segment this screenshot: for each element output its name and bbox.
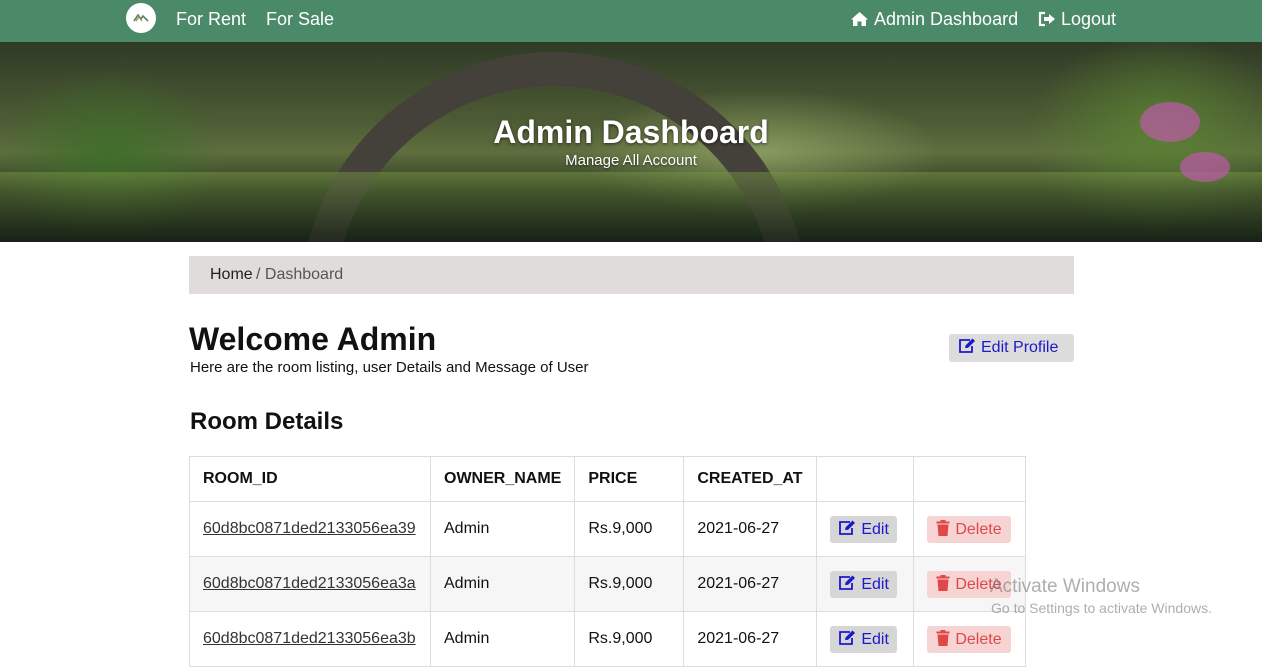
edit-label: Edit: [861, 575, 889, 593]
delete-label: Delete: [955, 520, 1002, 538]
header-price: PRICE: [574, 456, 685, 502]
table-row: 60d8bc0871ded2133056ea3a Admin Rs.9,000 …: [189, 556, 1027, 612]
nav-for-sale[interactable]: For Sale: [266, 9, 334, 30]
nav-admin-dashboard-label: Admin Dashboard: [874, 9, 1019, 29]
home-icon: [850, 11, 869, 32]
edit-room-button[interactable]: Edit: [830, 570, 897, 600]
welcome-title: Welcome Admin: [189, 321, 437, 357]
hero-title: Admin Dashboard: [493, 114, 769, 150]
nav-logout[interactable]: Logout: [1038, 9, 1116, 32]
room-id-link[interactable]: 60d8bc0871ded2133056ea3a: [203, 575, 416, 592]
top-navbar: For Rent For Sale Admin Dashboard Logout: [0, 0, 1262, 42]
windows-activation-subtitle: Go to Settings to activate Windows.: [991, 600, 1212, 616]
cell-owner: Admin: [429, 556, 576, 612]
cell-owner: Admin: [429, 501, 576, 557]
nav-for-rent[interactable]: For Rent: [176, 9, 246, 30]
cell-price: Rs.9,000: [574, 501, 685, 557]
room-details-heading: Room Details: [190, 408, 344, 435]
cell-edit: Edit: [816, 611, 915, 667]
cell-edit: Edit: [816, 556, 915, 612]
delete-room-button[interactable]: Delete: [927, 625, 1011, 655]
trash-icon: [936, 573, 950, 600]
cell-delete: Delete: [913, 501, 1027, 557]
trash-icon: [936, 518, 950, 545]
trash-icon: [936, 628, 950, 655]
nav-admin-dashboard[interactable]: Admin Dashboard: [850, 9, 1018, 32]
cell-price: Rs.9,000: [574, 611, 685, 667]
edit-icon: [958, 336, 976, 364]
mountain-logo-icon: [133, 13, 149, 22]
edit-icon: [838, 573, 856, 600]
site-logo[interactable]: [126, 3, 156, 33]
cell-delete: Delete: [913, 611, 1027, 667]
hero-subtitle: Manage All Account: [565, 152, 697, 169]
table-header-row: ROOM_ID OWNER_NAME PRICE CREATED_AT: [189, 456, 1027, 502]
breadcrumb-home-link[interactable]: Home: [210, 256, 253, 294]
hero-banner: Admin Dashboard Manage All Account: [0, 42, 1262, 242]
edit-icon: [838, 628, 856, 655]
delete-room-button[interactable]: Delete: [927, 515, 1011, 545]
cell-created: 2021-06-27: [683, 611, 818, 667]
table-row: 60d8bc0871ded2133056ea39 Admin Rs.9,000 …: [189, 501, 1027, 557]
cell-edit: Edit: [816, 501, 915, 557]
breadcrumb: Home / Dashboard: [189, 256, 1074, 294]
edit-room-button[interactable]: Edit: [830, 515, 897, 545]
edit-profile-label: Edit Profile: [981, 339, 1059, 356]
nav-logout-label: Logout: [1061, 9, 1117, 29]
room-id-link[interactable]: 60d8bc0871ded2133056ea39: [203, 520, 416, 537]
room-details-table: ROOM_ID OWNER_NAME PRICE CREATED_AT 60d8…: [189, 456, 1027, 667]
edit-label: Edit: [861, 630, 889, 648]
header-owner-name: OWNER_NAME: [429, 456, 576, 502]
header-edit-blank: [816, 456, 915, 502]
cell-created: 2021-06-27: [683, 501, 818, 557]
sign-out-icon: [1038, 11, 1056, 32]
cell-room-id: 60d8bc0871ded2133056ea3b: [189, 611, 431, 667]
cell-owner: Admin: [429, 611, 576, 667]
cell-created: 2021-06-27: [683, 556, 818, 612]
cell-price: Rs.9,000: [574, 556, 685, 612]
hero-water-reflection: [0, 172, 1262, 242]
table-row: 60d8bc0871ded2133056ea3b Admin Rs.9,000 …: [189, 611, 1027, 667]
room-id-link[interactable]: 60d8bc0871ded2133056ea3b: [203, 630, 416, 647]
header-room-id: ROOM_ID: [189, 456, 431, 502]
header-created-at: CREATED_AT: [683, 456, 818, 502]
cell-room-id: 60d8bc0871ded2133056ea3a: [189, 556, 431, 612]
edit-icon: [838, 518, 856, 545]
welcome-subtitle: Here are the room listing, user Details …: [190, 359, 589, 376]
cell-room-id: 60d8bc0871ded2133056ea39: [189, 501, 431, 557]
header-delete-blank: [913, 456, 1027, 502]
windows-activation-title: Activate Windows: [990, 576, 1140, 597]
breadcrumb-current: / Dashboard: [256, 266, 344, 283]
delete-label: Delete: [955, 630, 1002, 648]
edit-profile-button[interactable]: Edit Profile: [949, 334, 1074, 362]
edit-label: Edit: [861, 520, 889, 538]
edit-room-button[interactable]: Edit: [830, 625, 897, 655]
